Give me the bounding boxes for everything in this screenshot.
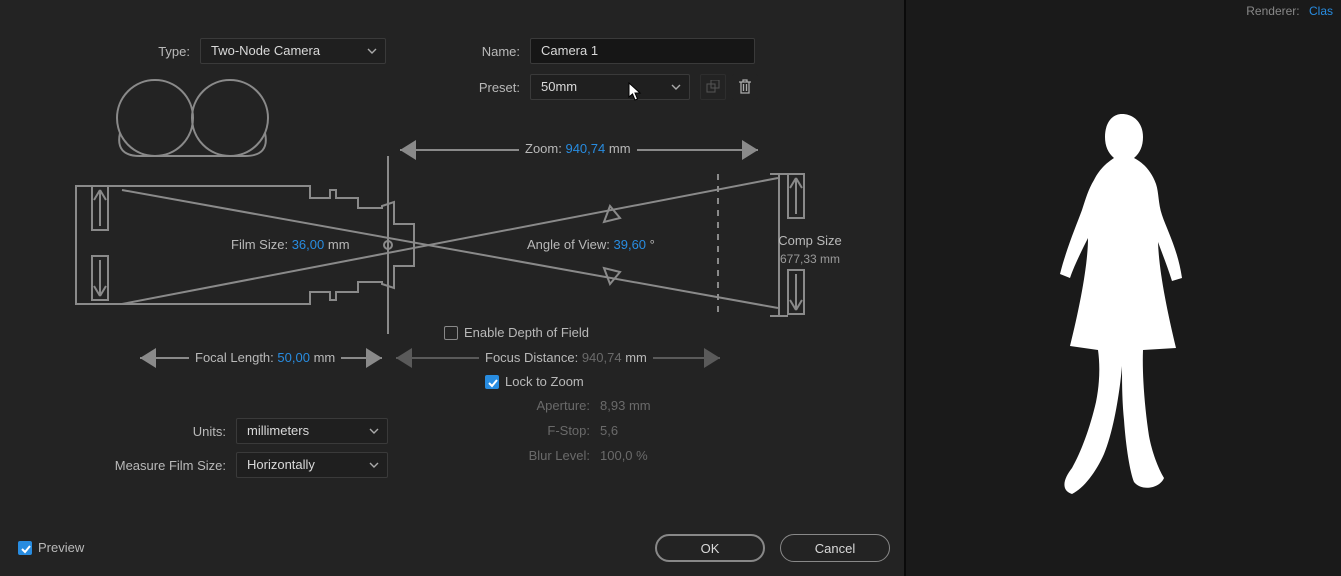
fstop-label: F-Stop:: [470, 423, 590, 438]
enable-dof-label: Enable Depth of Field: [464, 325, 589, 340]
aperture-value: 8,93: [600, 398, 625, 413]
zoom-unit: mm: [609, 141, 631, 156]
focal-length-label: Focal Length:: [195, 350, 274, 365]
zoom-value[interactable]: 940,74: [565, 141, 605, 156]
angle-label: Angle of View:: [527, 237, 610, 252]
blur-label: Blur Level:: [470, 448, 590, 463]
type-select-value: Two-Node Camera: [211, 43, 320, 58]
chevron-down-icon: [367, 46, 377, 56]
blur-value: 100,0: [600, 448, 633, 463]
name-label: Name:: [476, 44, 520, 59]
focus-distance-value: 940,74: [582, 350, 622, 365]
focal-length-unit: mm: [314, 350, 336, 365]
blur-unit: %: [636, 448, 648, 463]
comp-size-label: Comp Size: [770, 233, 850, 248]
focus-distance-unit: mm: [625, 350, 647, 365]
film-size-value[interactable]: 36,00: [292, 237, 325, 252]
film-size-label: Film Size:: [231, 237, 288, 252]
units-select-value: millimeters: [247, 423, 309, 438]
comp-size-value: 677,33 mm: [770, 252, 850, 266]
lock-to-zoom-label: Lock to Zoom: [505, 374, 584, 389]
measure-label: Measure Film Size:: [95, 458, 226, 473]
film-size-unit: mm: [328, 237, 350, 252]
units-label: Units:: [150, 424, 226, 439]
preview-silhouette: [1014, 110, 1234, 500]
name-input[interactable]: Camera 1: [530, 38, 755, 64]
lock-to-zoom-checkbox[interactable]: [485, 375, 499, 389]
enable-dof-checkbox[interactable]: [444, 326, 458, 340]
units-select[interactable]: millimeters: [236, 418, 388, 444]
measure-select-value: Horizontally: [247, 457, 315, 472]
chevron-down-icon: [369, 460, 379, 470]
preview-checkbox[interactable]: [18, 541, 32, 555]
angle-value[interactable]: 39,60: [614, 237, 647, 252]
zoom-label: Zoom:: [525, 141, 562, 156]
type-select[interactable]: Two-Node Camera: [200, 38, 386, 64]
fstop-value: 5,6: [600, 423, 660, 438]
ok-button[interactable]: OK: [655, 534, 765, 562]
focus-distance-label: Focus Distance:: [485, 350, 578, 365]
focal-length-value[interactable]: 50,00: [277, 350, 310, 365]
measure-select[interactable]: Horizontally: [236, 452, 388, 478]
type-label: Type:: [148, 44, 190, 59]
renderer-label: Renderer:: [1246, 4, 1299, 18]
aperture-label: Aperture:: [470, 398, 590, 413]
cancel-button[interactable]: Cancel: [780, 534, 890, 562]
renderer-link[interactable]: Clas: [1309, 4, 1333, 18]
aperture-unit: mm: [629, 398, 651, 413]
preview-label: Preview: [38, 540, 84, 555]
check-icon: [19, 542, 33, 556]
name-input-value: Camera 1: [541, 43, 598, 58]
angle-unit: °: [650, 237, 655, 252]
check-icon: [486, 376, 500, 390]
chevron-down-icon: [369, 426, 379, 436]
